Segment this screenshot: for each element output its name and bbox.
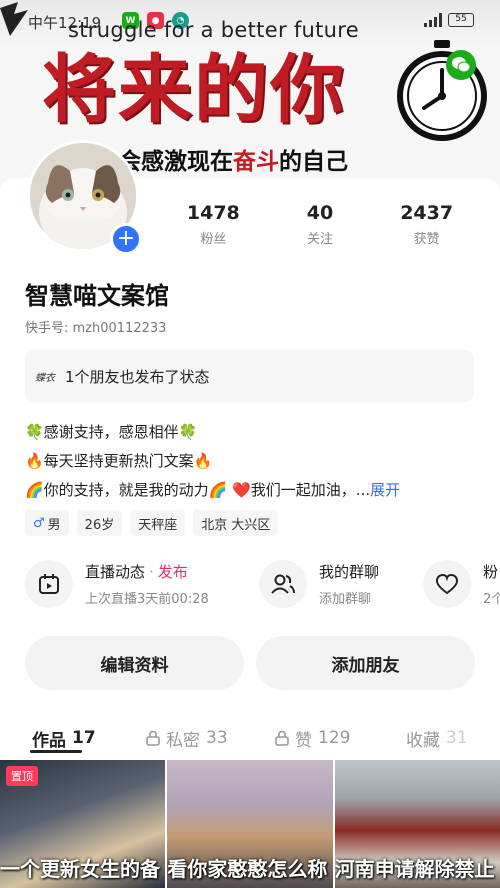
work-caption: 看你家憨憨怎么称 (167, 857, 328, 881)
add-avatar-button[interactable]: + (110, 223, 142, 255)
stat-value: 2437 (400, 202, 454, 224)
tab-count: 17 (72, 728, 96, 748)
work-caption: 一个更新女生的备 (0, 857, 160, 881)
quick-text: 直播动态 · 发布 上次直播3天前00:28 (85, 561, 209, 607)
tag-gender-label: 男 (47, 517, 61, 533)
pinned-badge: 置顶 (6, 766, 38, 786)
tab-works[interactable]: 作品 17 (32, 726, 96, 751)
quick-title: 粉 (483, 563, 499, 581)
lock-icon (275, 730, 289, 746)
username: 智慧喵文案馆 (25, 282, 169, 310)
stat-followers[interactable]: 1478 粉丝 (163, 202, 263, 247)
stat-value: 40 (306, 202, 334, 224)
profile-buttons: 编辑资料 添加朋友 (25, 636, 475, 690)
active-tab-indicator (30, 750, 82, 753)
live-updates-action[interactable]: 直播动态 · 发布 上次直播3天前00:28 (25, 560, 209, 608)
quick-subtitle: 上次直播3天前00:28 (85, 592, 209, 607)
kuaishou-id[interactable]: 快手号: mzh00112233 (25, 317, 166, 336)
tag-age: 26岁 (76, 510, 123, 536)
male-icon: ♂ (33, 515, 45, 531)
stat-value: 1478 (186, 202, 240, 224)
work-thumbnail[interactable]: 看你家憨憨怎么称 (167, 760, 333, 888)
content-tabs: 作品 17 私密 33 赞 129 收藏 31 (0, 718, 500, 758)
calendar-icon (25, 560, 73, 608)
tag-zodiac: 天秤座 (130, 510, 186, 536)
banner-caption: struggle for a better future (68, 18, 359, 42)
publish-link[interactable]: 发布 (158, 563, 188, 581)
tag-gender: ♂ 男 (25, 510, 69, 536)
status-right: 55 (424, 13, 474, 27)
quick-text: 我的群聊 添加群聊 (319, 561, 379, 607)
fans-group-action[interactable]: 粉 2个 (423, 560, 500, 608)
banner-subtitle-prefix: 会感激现在 (118, 149, 233, 175)
work-thumbnail[interactable]: 置顶 一个更新女生的备 (0, 760, 166, 888)
tab-count: 129 (318, 728, 351, 748)
add-friend-button[interactable]: 添加朋友 (256, 636, 475, 690)
profile-tags: ♂ 男 26岁 天秤座 北京 大兴区 (25, 510, 279, 536)
stopwatch-icon (397, 40, 487, 141)
quick-subtitle: 添加群聊 (319, 592, 372, 607)
quick-title-label: 直播动态 (85, 563, 146, 581)
signal-icon (424, 13, 442, 27)
group-icon (259, 560, 307, 608)
tab-label: 赞 (295, 730, 312, 751)
tab-label: 收藏 (406, 730, 440, 751)
stat-likes[interactable]: 2437 获赞 (377, 202, 477, 247)
group-chat-action[interactable]: 我的群聊 添加群聊 (259, 560, 379, 608)
separator-dot: · (149, 563, 154, 581)
friend-badge: 蝶衣 (35, 372, 55, 384)
tab-count: 33 (206, 728, 228, 748)
heart-icon (423, 560, 471, 608)
stat-following[interactable]: 40 关注 (270, 202, 370, 247)
profile-card: + 1478 粉丝 40 关注 2437 获赞 智慧喵文案馆 快手号: mzh0… (0, 140, 500, 888)
tab-label: 作品 (32, 730, 66, 751)
quick-text: 粉 2个 (483, 561, 500, 607)
banner-title: 将来的你 (42, 47, 346, 133)
tab-private[interactable]: 私密 33 (146, 726, 228, 751)
quick-subtitle: 2个 (483, 592, 500, 607)
profile-stats: 1478 粉丝 40 关注 2437 获赞 (160, 202, 480, 247)
battery-icon: 55 (448, 13, 474, 27)
tab-count: 31 (446, 728, 468, 748)
banner-subtitle-suffix: 的自己 (279, 149, 348, 175)
tab-liked[interactable]: 赞 129 (275, 726, 350, 751)
tab-label: 私密 (166, 730, 200, 751)
works-grid: 置顶 一个更新女生的备 看你家憨憨怎么称 河南申请解除禁止 (0, 760, 500, 888)
bio-line: 🍀感谢支持，感恩相伴🍀 (25, 423, 198, 441)
stat-label: 关注 (306, 232, 333, 247)
tab-favorites[interactable]: 收藏 31 (406, 726, 468, 751)
bio-expand-link[interactable]: 展开 (370, 481, 400, 499)
stat-label: 粉丝 (200, 232, 227, 247)
quick-title: 直播动态 · 发布 (85, 561, 209, 582)
bio: 🍀感谢支持，感恩相伴🍀 🔥每天坚持更新热门文案🔥 🌈你的支持，就是我的动力🌈 ❤… (25, 418, 485, 505)
work-caption: 河南申请解除禁止 (334, 857, 495, 881)
quick-actions: 直播动态 · 发布 上次直播3天前00:28 我的群聊 添加群聊 粉 2个 (25, 560, 500, 620)
banner-subtitle-highlight: 奋斗 (233, 149, 279, 175)
quick-title: 我的群聊 (319, 563, 380, 581)
bio-line: 🔥每天坚持更新热门文案🔥 (25, 452, 213, 470)
bio-line-text: 🌈你的支持，就是我的动力🌈 ❤️我们一起加油，... (25, 481, 371, 499)
banner-subtitle: 会感激现在奋斗的自己 (118, 142, 348, 176)
friends-status-card[interactable]: 蝶衣 1个朋友也发布了状态 (25, 350, 474, 402)
lock-icon (146, 730, 160, 746)
tag-location: 北京 大兴区 (193, 510, 279, 536)
bio-line: 🌈你的支持，就是我的动力🌈 ❤️我们一起加油，...展开 (25, 476, 485, 505)
friends-status-text: 1个朋友也发布了状态 (65, 367, 210, 386)
stat-label: 获赞 (413, 232, 440, 247)
work-thumbnail[interactable]: 河南申请解除禁止 (334, 760, 500, 888)
wechat-share-icon[interactable] (446, 50, 476, 80)
edit-profile-button[interactable]: 编辑资料 (25, 636, 244, 690)
